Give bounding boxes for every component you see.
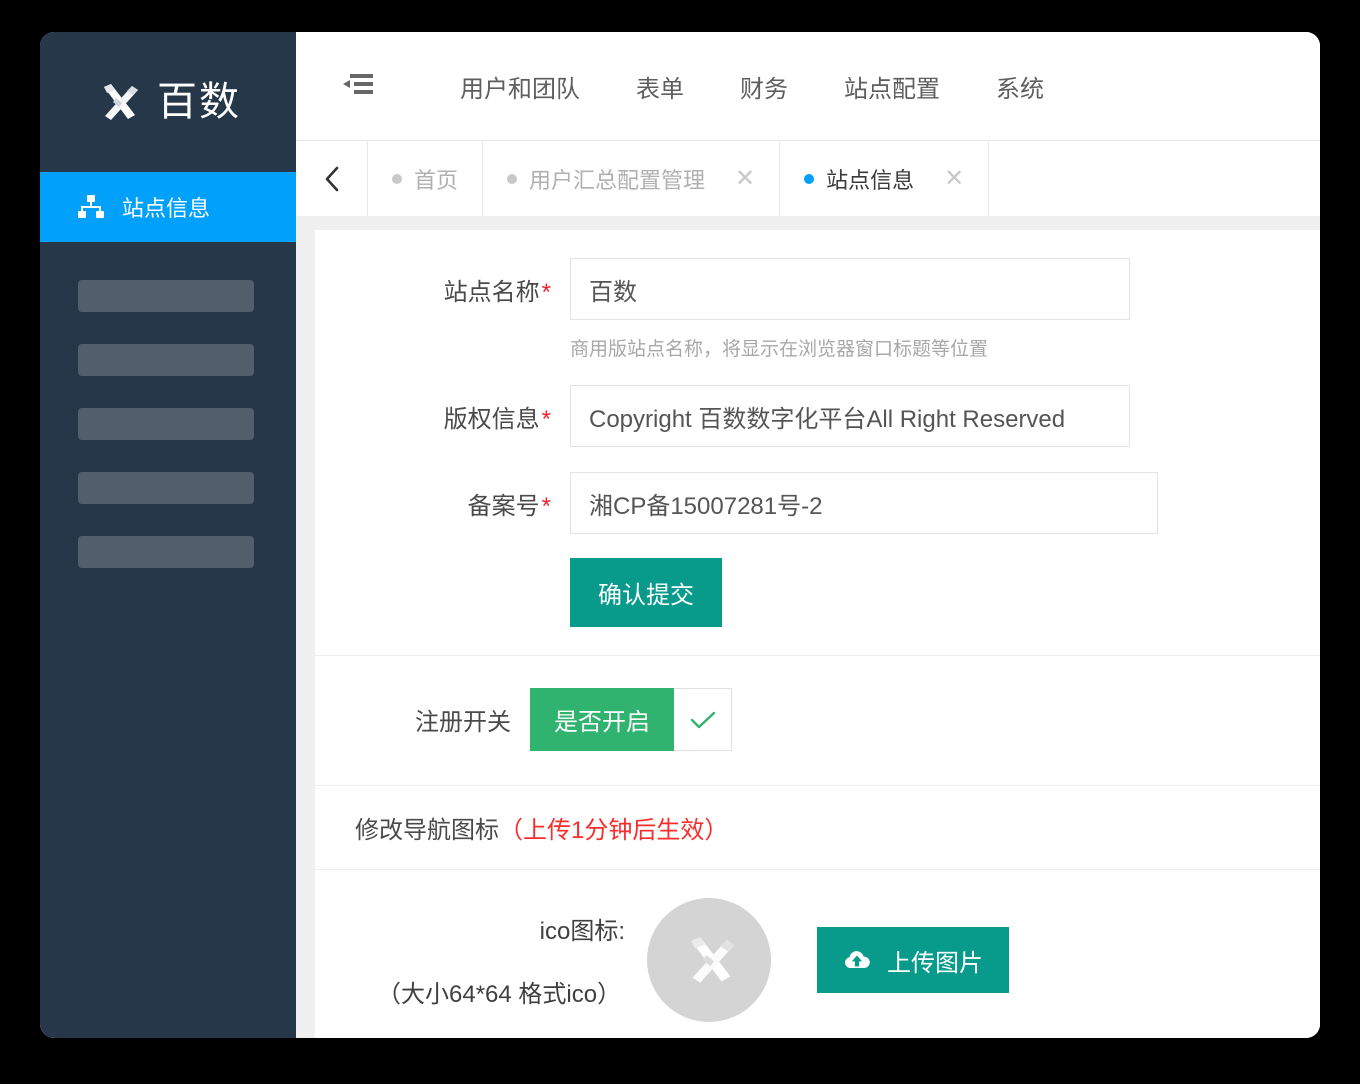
sidebar-placeholder-item [78, 536, 254, 568]
tab-home[interactable]: 首页 [368, 141, 483, 216]
sidebar-placeholder-item [78, 408, 254, 440]
tab-status-dot-icon [392, 174, 402, 184]
site-info-form-card: 站点名称* 商用版站点名称，将显示在浏览器窗口标题等位置 版权信息* [315, 230, 1320, 1038]
ico-upload-row: ico图标: （大小64*64 格式ico） [315, 870, 1320, 1022]
tab-label: 用户汇总配置管理 [529, 163, 705, 195]
chevron-left-icon[interactable] [296, 141, 368, 216]
register-toggle[interactable]: 是否开启 [530, 688, 1320, 751]
tab-strip: 首页 用户汇总配置管理 ✕ 站点信息 ✕ [296, 140, 1320, 216]
site-name-label: 站点名称* [315, 258, 551, 307]
copyright-field-col [551, 385, 1320, 447]
icp-label: 备案号* [315, 472, 551, 521]
close-icon[interactable]: ✕ [944, 167, 964, 191]
site-name-row: 站点名称* 商用版站点名称，将显示在浏览器窗口标题等位置 [315, 230, 1320, 361]
baishu-x-logo-icon [95, 79, 141, 125]
topmenu-item-site-config[interactable]: 站点配置 [816, 69, 968, 104]
copyright-row: 版权信息* [315, 361, 1320, 447]
sidebar-placeholder-item [78, 280, 254, 312]
close-icon[interactable]: ✕ [735, 167, 755, 191]
icp-input[interactable] [570, 472, 1158, 534]
nav-icon-heading-text: 修改导航图标 [355, 810, 499, 845]
site-name-help-text: 商用版站点名称，将显示在浏览器窗口标题等位置 [570, 334, 1320, 361]
sidebar: 百数 站点信息 [40, 32, 296, 1038]
sidebar-placeholder-item [78, 472, 254, 504]
register-switch-row: 注册开关 是否开启 [315, 656, 1320, 785]
copyright-label: 版权信息* [315, 385, 551, 434]
nav-icon-heading-warning: （上传1分钟后生效） [499, 810, 728, 845]
topmenu-item-forms[interactable]: 表单 [608, 69, 712, 104]
icp-row: 备案号* 确认提交 [315, 447, 1320, 627]
upload-image-label: 上传图片 [887, 943, 983, 978]
topmenu-item-system[interactable]: 系统 [968, 69, 1072, 104]
content-area: 站点名称* 商用版站点名称，将显示在浏览器窗口标题等位置 版权信息* [296, 216, 1320, 1038]
tab-status-dot-icon [507, 174, 517, 184]
register-switch-label: 注册开关 [315, 702, 511, 737]
site-fields-section: 站点名称* 商用版站点名称，将显示在浏览器窗口标题等位置 版权信息* [315, 230, 1320, 655]
collapse-menu-icon[interactable] [336, 64, 380, 108]
topmenu-item-finance[interactable]: 财务 [712, 69, 816, 104]
top-menu-bar: 用户和团队 表单 财务 站点配置 系统 [296, 32, 1320, 140]
register-switch-section: 注册开关 是否开启 [315, 656, 1320, 785]
sidebar-item-site-info[interactable]: 站点信息 [40, 172, 296, 242]
brand-header: 百数 [40, 32, 296, 172]
tab-label: 站点信息 [826, 163, 914, 195]
site-name-label-text: 站点名称 [444, 279, 540, 306]
app-window: 百数 站点信息 [40, 32, 1320, 1038]
copyright-label-text: 版权信息 [444, 406, 540, 433]
sitemap-icon [78, 195, 104, 219]
site-name-input[interactable] [570, 258, 1130, 320]
brand-title: 百数 [157, 82, 241, 122]
ico-label: ico图标: [347, 911, 625, 946]
sidebar-item-label: 站点信息 [122, 191, 210, 223]
tab-user-summary-config[interactable]: 用户汇总配置管理 ✕ [483, 141, 780, 216]
topmenu-item-users-teams[interactable]: 用户和团队 [432, 69, 608, 104]
nav-icon-section-heading: 修改导航图标 （上传1分钟后生效） [315, 786, 1320, 869]
baishu-x-logo-placeholder-icon [647, 898, 771, 1022]
required-mark: * [542, 406, 551, 433]
main-pane: 用户和团队 表单 财务 站点配置 系统 首页 用户汇总配置管理 ✕ [296, 32, 1320, 1038]
icp-label-text: 备案号 [468, 493, 540, 520]
submit-button[interactable]: 确认提交 [570, 558, 722, 627]
register-toggle-on-label[interactable]: 是否开启 [530, 688, 674, 751]
cloud-upload-icon [843, 949, 871, 971]
ico-labels: ico图标: （大小64*64 格式ico） [315, 911, 625, 1009]
tab-label: 首页 [414, 163, 458, 195]
required-mark: * [542, 279, 551, 306]
check-icon[interactable] [674, 688, 732, 751]
register-switch-field-col: 是否开启 [511, 688, 1320, 751]
sidebar-placeholder-item [78, 344, 254, 376]
required-mark: * [542, 493, 551, 520]
sidebar-placeholder-list [40, 242, 296, 568]
tab-site-info[interactable]: 站点信息 ✕ [780, 141, 989, 216]
copyright-input[interactable] [570, 385, 1130, 447]
upload-image-button[interactable]: 上传图片 [817, 927, 1009, 993]
site-name-field-col: 商用版站点名称，将显示在浏览器窗口标题等位置 [551, 258, 1320, 361]
tab-status-dot-icon [804, 174, 814, 184]
icp-field-col: 确认提交 [551, 472, 1320, 627]
ico-spec-label: （大小64*64 格式ico） [347, 974, 625, 1009]
